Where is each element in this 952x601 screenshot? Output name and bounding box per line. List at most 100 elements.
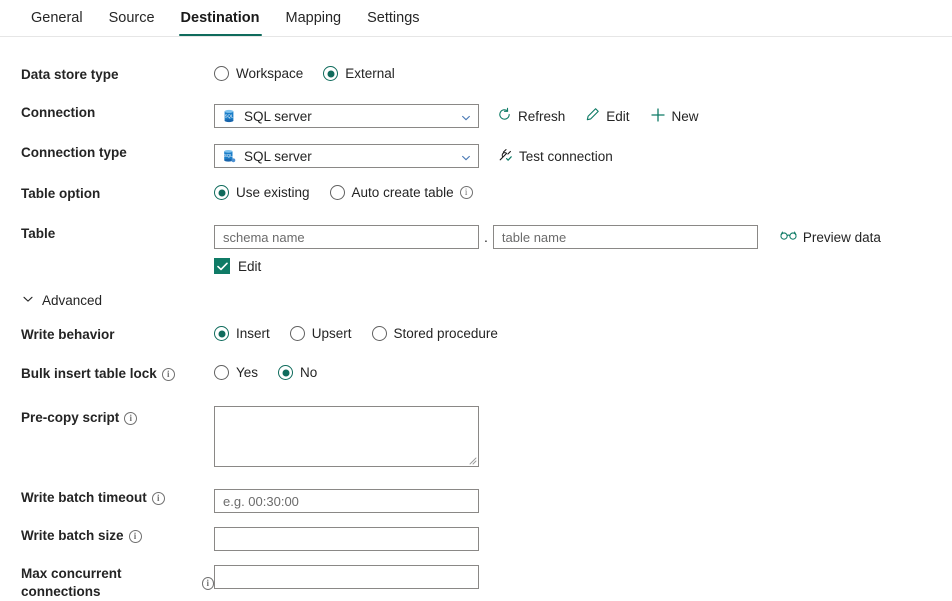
radio-external[interactable]: External: [323, 66, 395, 81]
connection-type-dropdown[interactable]: SQL SQL server: [214, 144, 479, 168]
refresh-button[interactable]: Refresh: [497, 107, 565, 125]
advanced-section-header[interactable]: Advanced: [0, 293, 952, 308]
radio-workspace-dot: [214, 66, 229, 81]
radio-external-dot: [323, 66, 338, 81]
write-batch-timeout-info-icon[interactable]: i: [152, 492, 165, 505]
svg-text:SQL: SQL: [224, 153, 233, 158]
bulk-insert-table-lock-label: Bulk insert table lock i: [0, 365, 214, 383]
tab-source[interactable]: Source: [96, 0, 168, 36]
pre-copy-script-textarea-wrap: [214, 406, 479, 472]
radio-stored-procedure[interactable]: Stored procedure: [372, 326, 498, 341]
radio-bulk-no-label: No: [300, 365, 317, 380]
row-pre-copy-script: Pre-copy script i: [0, 406, 952, 472]
tab-general[interactable]: General: [18, 0, 96, 36]
connection-type-control: SQL SQL server: [214, 144, 952, 168]
tab-destination[interactable]: Destination: [168, 0, 273, 36]
connection-value: SQL server: [244, 109, 453, 124]
radio-external-label: External: [345, 66, 395, 81]
radio-insert-dot: [214, 326, 229, 341]
row-connection: Connection SQL SQL server: [0, 104, 952, 128]
advanced-section-label: Advanced: [42, 293, 102, 308]
write-batch-size-info-icon[interactable]: i: [129, 530, 142, 543]
max-concurrent-connections-info-icon[interactable]: i: [202, 577, 215, 590]
schema-name-input[interactable]: [214, 225, 479, 249]
row-write-behavior: Write behavior Insert Upsert Stored proc…: [0, 326, 952, 348]
checkbox-checked-box: [214, 258, 230, 274]
table-option-control: Use existing Auto create table i: [214, 185, 952, 200]
max-concurrent-connections-input[interactable]: [214, 565, 479, 589]
data-store-type-radio-group: Workspace External: [214, 66, 415, 81]
data-store-type-label: Data store type: [0, 66, 214, 84]
max-concurrent-connections-label: Max concurrent connections i: [0, 565, 214, 601]
radio-auto-create-table-dot: [330, 185, 345, 200]
write-batch-timeout-input[interactable]: [214, 489, 479, 513]
table-option-radio-group: Use existing Auto create table i: [214, 185, 473, 200]
radio-bulk-yes[interactable]: Yes: [214, 365, 258, 380]
connection-dropdown[interactable]: SQL SQL server: [214, 104, 479, 128]
table-separator: .: [484, 229, 488, 245]
radio-use-existing-label: Use existing: [236, 185, 310, 200]
radio-use-existing[interactable]: Use existing: [214, 185, 310, 200]
connection-commands: Refresh Edit New: [497, 107, 719, 126]
table-label: Table: [0, 225, 214, 243]
write-batch-size-label: Write batch size i: [0, 527, 214, 545]
pre-copy-script-textarea[interactable]: [214, 406, 479, 467]
refresh-icon: [497, 107, 512, 125]
chevron-down-icon: [22, 293, 34, 308]
radio-bulk-no[interactable]: No: [278, 365, 317, 380]
edit-table-checkbox[interactable]: Edit: [214, 258, 261, 274]
radio-workspace-label: Workspace: [236, 66, 303, 81]
radio-upsert-label: Upsert: [312, 326, 352, 341]
pre-copy-script-info-icon[interactable]: i: [124, 412, 137, 425]
connection-control: SQL SQL server Refresh: [214, 104, 952, 128]
sql-server-icon: SQL: [222, 109, 236, 123]
bulk-insert-table-lock-info-icon[interactable]: i: [162, 368, 175, 381]
row-bulk-insert-table-lock: Bulk insert table lock i Yes No: [0, 365, 952, 387]
test-connection-label: Test connection: [519, 149, 613, 164]
new-connection-button[interactable]: New: [650, 107, 699, 126]
write-batch-size-control: [214, 527, 952, 551]
row-data-store-type: Data store type Workspace External: [0, 66, 952, 88]
tab-settings[interactable]: Settings: [354, 0, 432, 36]
chevron-down-icon: [461, 151, 471, 161]
radio-workspace[interactable]: Workspace: [214, 66, 303, 81]
test-connection-button[interactable]: Test connection: [497, 147, 613, 166]
plus-icon: [650, 107, 666, 126]
bulk-insert-table-lock-control: Yes No: [214, 365, 952, 380]
radio-bulk-no-dot: [278, 365, 293, 380]
write-batch-size-input[interactable]: [214, 527, 479, 551]
write-behavior-label: Write behavior: [0, 326, 214, 344]
preview-data-label: Preview data: [803, 230, 881, 245]
row-write-batch-timeout: Write batch timeout i: [0, 489, 952, 513]
chevron-down-icon: [461, 111, 471, 121]
radio-bulk-yes-dot: [214, 365, 229, 380]
tab-mapping-label: Mapping: [286, 10, 342, 26]
radio-stored-procedure-label: Stored procedure: [394, 326, 498, 341]
radio-stored-procedure-dot: [372, 326, 387, 341]
radio-auto-create-table[interactable]: Auto create table: [330, 185, 454, 200]
tab-strip: General Source Destination Mapping Setti…: [0, 0, 952, 37]
row-table: Table . Preview data: [0, 225, 952, 274]
destination-form: Data store type Workspace External Conne…: [0, 37, 952, 601]
preview-data-button[interactable]: Preview data: [780, 229, 881, 245]
table-name-input[interactable]: [493, 225, 758, 249]
radio-upsert[interactable]: Upsert: [290, 326, 352, 341]
tab-mapping[interactable]: Mapping: [273, 0, 355, 36]
radio-insert[interactable]: Insert: [214, 326, 270, 341]
bulk-insert-radio-group: Yes No: [214, 365, 337, 380]
test-connection-commands: Test connection: [497, 147, 633, 166]
row-max-concurrent-connections: Max concurrent connections i: [0, 565, 952, 601]
table-control: . Preview data: [214, 225, 952, 274]
pencil-icon: [585, 107, 600, 125]
row-write-batch-size: Write batch size i: [0, 527, 952, 551]
glasses-icon: [780, 229, 797, 245]
row-table-option: Table option Use existing Auto create ta…: [0, 185, 952, 207]
sql-server-icon: SQL: [222, 149, 236, 163]
radio-bulk-yes-label: Yes: [236, 365, 258, 380]
radio-auto-create-table-label: Auto create table: [352, 185, 454, 200]
edit-connection-button[interactable]: Edit: [585, 107, 629, 125]
refresh-label: Refresh: [518, 109, 565, 124]
radio-insert-label: Insert: [236, 326, 270, 341]
data-store-type-control: Workspace External: [214, 66, 952, 81]
auto-create-table-info-icon[interactable]: i: [460, 186, 473, 199]
